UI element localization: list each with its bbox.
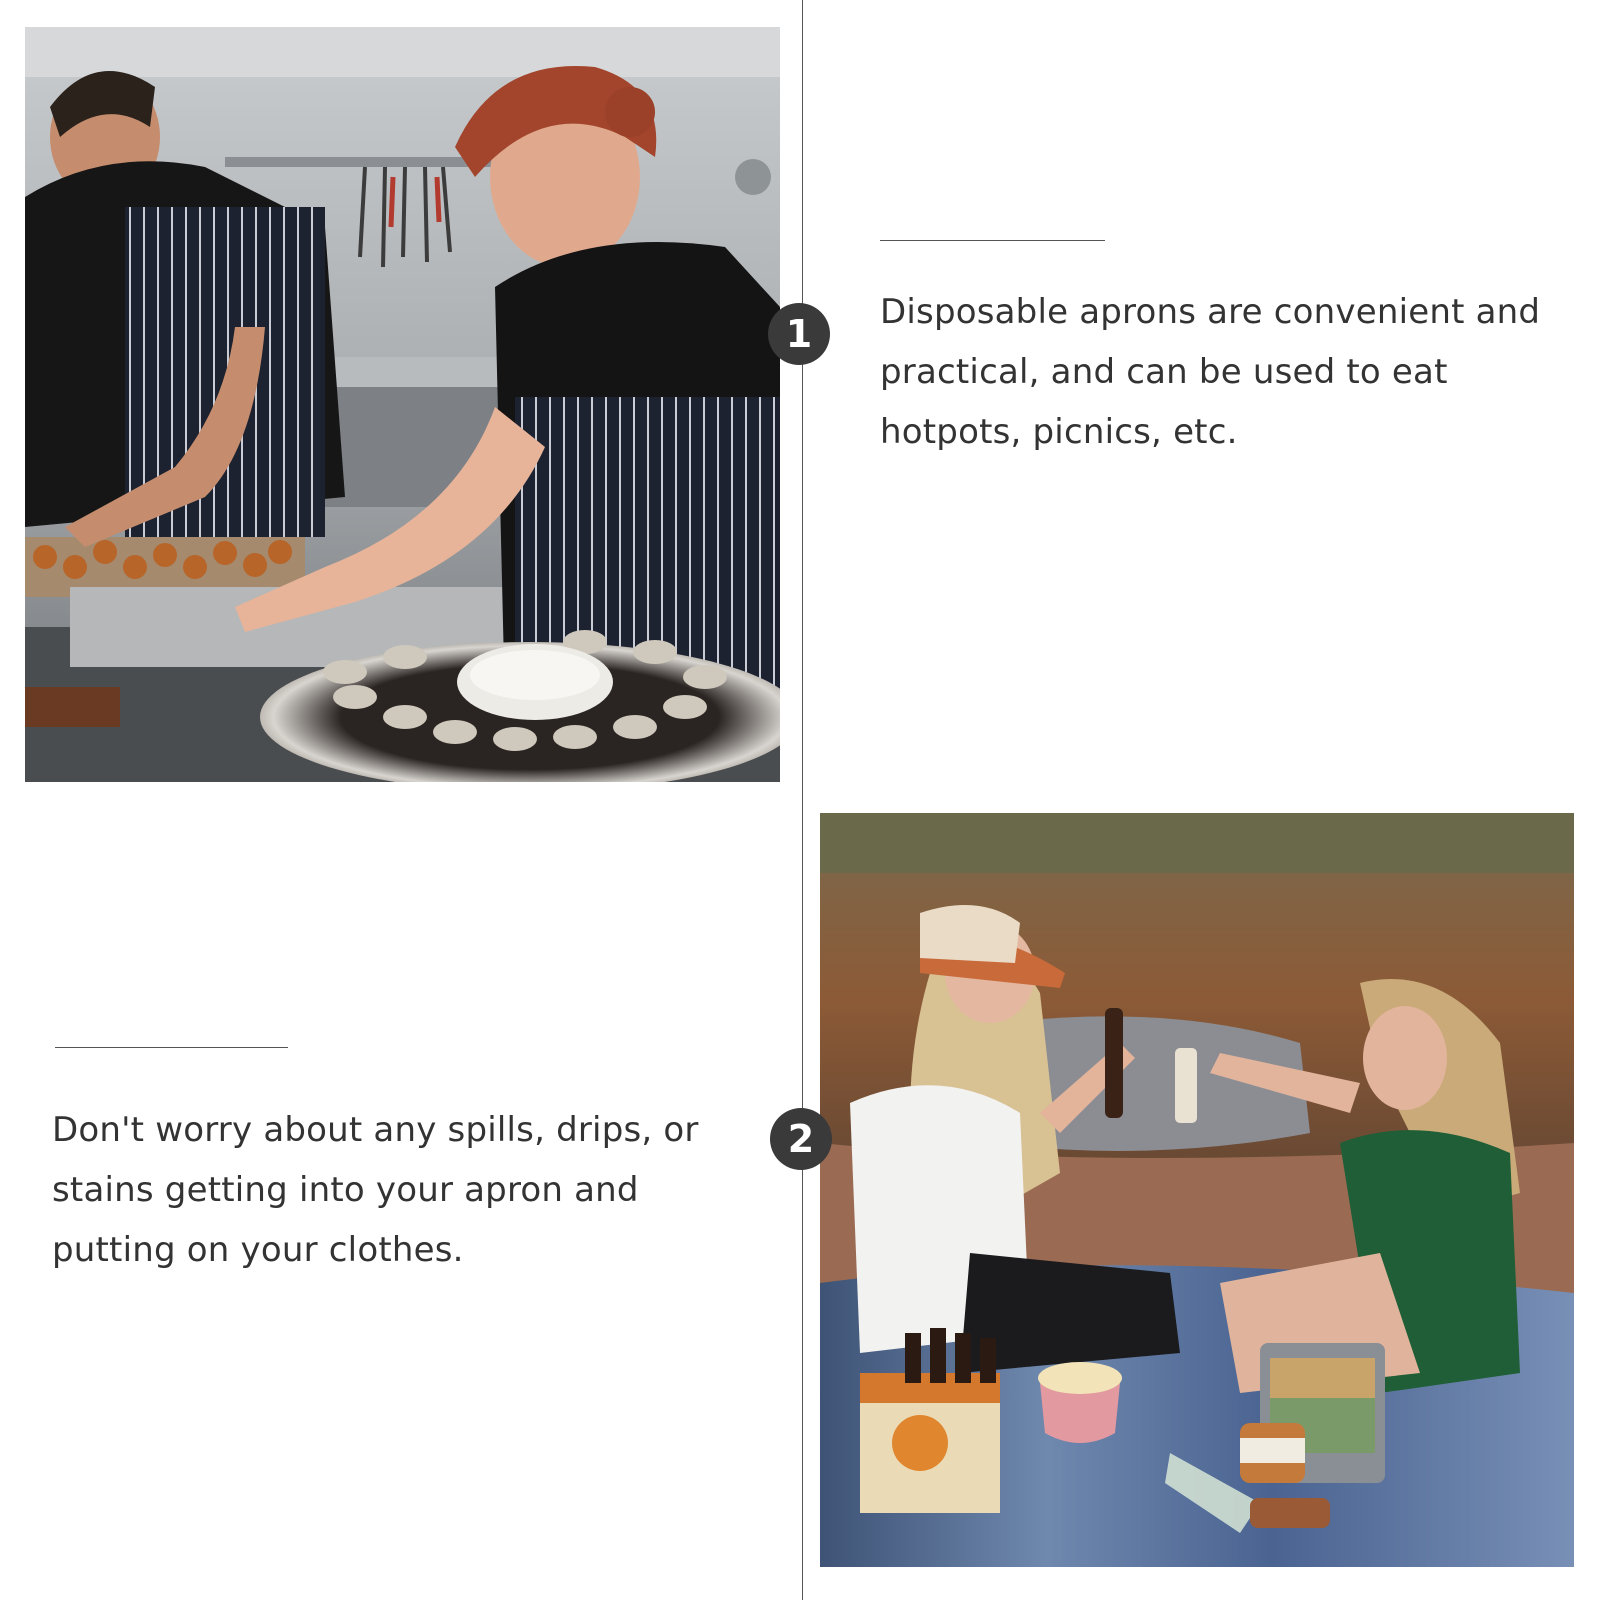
picnic-photo	[820, 813, 1574, 1567]
step-2-badge: 2	[770, 1108, 832, 1170]
step-2-caption: Don't worry about any spills, drips, or …	[52, 1110, 699, 1270]
caption-2-rule	[55, 1047, 288, 1048]
picnic-photo-illustration	[820, 813, 1574, 1567]
caption-1-rule	[880, 240, 1105, 241]
kitchen-photo	[25, 27, 780, 782]
step-1-badge: 1	[768, 303, 830, 365]
vertical-divider	[802, 0, 803, 1600]
step-1-caption: Disposable aprons are convenient and pra…	[880, 292, 1541, 452]
kitchen-photo-illustration	[25, 27, 780, 782]
